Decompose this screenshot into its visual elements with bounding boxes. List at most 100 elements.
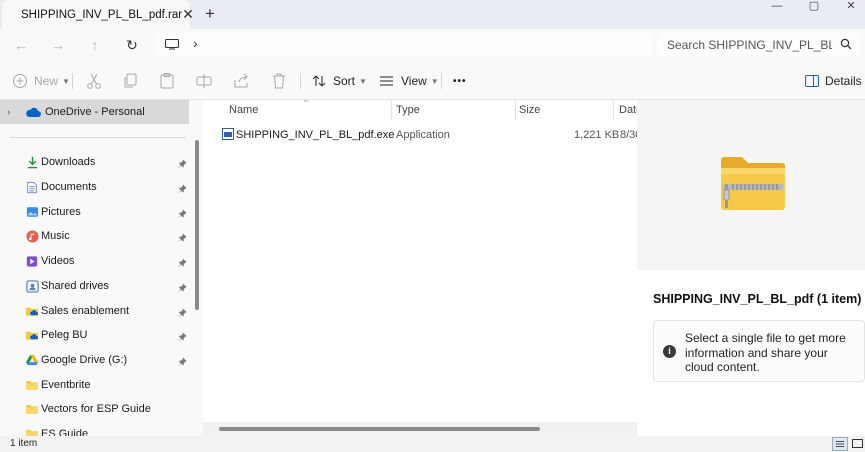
- paste-icon[interactable]: [158, 72, 176, 90]
- onedrive-cloud-icon: [26, 107, 41, 117]
- google-drive-icon: [25, 353, 39, 367]
- sidebar-item-sales-enablement[interactable]: Sales enablement: [0, 300, 192, 322]
- sidebar-item-label: Downloads: [41, 156, 96, 168]
- table-row[interactable]: SHIPPING_INV_PL_BL_pdf.exe Application 1…: [220, 124, 637, 146]
- column-divider[interactable]: [613, 100, 614, 120]
- horizontal-scrollbar-thumb[interactable]: [219, 427, 540, 431]
- details-button[interactable]: Details: [805, 72, 862, 90]
- folder-cloud-icon: [25, 328, 39, 342]
- sidebar-item-label: Videos: [41, 255, 75, 267]
- tiles-view-icon[interactable]: [850, 437, 865, 451]
- view-button[interactable]: View ▼: [379, 72, 439, 90]
- sidebar-item-label: Peleg BU: [41, 329, 88, 341]
- sidebar-item-videos[interactable]: Videos: [0, 250, 192, 272]
- view-label: View: [401, 74, 427, 88]
- new-button[interactable]: New ▼: [12, 72, 70, 90]
- view-lines-icon: [380, 76, 393, 86]
- search-input[interactable]: Search SHIPPING_INV_PL_BL_pdf.rar: [657, 33, 860, 57]
- pin-icon[interactable]: [178, 281, 188, 292]
- share-icon[interactable]: [232, 72, 250, 90]
- pin-icon[interactable]: [178, 306, 188, 317]
- pin-icon[interactable]: [178, 256, 188, 267]
- sidebar-item-label: Music: [41, 230, 70, 242]
- pin-icon[interactable]: [178, 231, 188, 242]
- pin-icon[interactable]: [178, 207, 188, 218]
- preview-area: [637, 100, 865, 270]
- delete-icon[interactable]: [270, 72, 288, 90]
- status-bar: 1 item: [0, 436, 865, 452]
- column-header-name[interactable]: Name: [229, 100, 258, 120]
- item-count: 1 item: [10, 438, 38, 449]
- tab-active[interactable]: SHIPPING_INV_PL_BL_pdf.rar ✕: [2, 0, 194, 29]
- sidebar-item-label: ES Guide: [41, 428, 89, 436]
- sidebar-item-peleg-bu[interactable]: Peleg BU: [0, 324, 192, 346]
- divider: [300, 73, 301, 89]
- forward-button[interactable]: →: [48, 36, 68, 54]
- monitor-icon: [165, 39, 179, 50]
- sidebar-item-label: Sales enablement: [41, 305, 130, 317]
- column-header-date[interactable]: Date: [619, 100, 637, 120]
- folder-icon: [25, 427, 39, 436]
- sidebar-item-music[interactable]: Music: [0, 225, 192, 247]
- sidebar-item-downloads[interactable]: Downloads: [0, 151, 192, 173]
- chevron-right-icon[interactable]: ›: [7, 107, 21, 118]
- sidebar-item-eventbrite[interactable]: Eventbrite: [0, 374, 192, 396]
- cut-icon[interactable]: [85, 72, 103, 90]
- title-bar: SHIPPING_INV_PL_BL_pdf.rar ✕ + — ▢ ✕: [0, 0, 865, 29]
- copy-icon[interactable]: [121, 72, 139, 90]
- info-text: Select a single file to get more informa…: [685, 331, 846, 374]
- column-divider[interactable]: [515, 100, 516, 120]
- sidebar-item-label: OneDrive - Personal: [45, 106, 145, 118]
- details-pane: SHIPPING_INV_PL_BL_pdf (1 item) i Select…: [637, 100, 865, 436]
- sidebar-item-es-guide[interactable]: ES Guide: [0, 423, 192, 436]
- sort-ascending-icon: ^: [304, 100, 308, 107]
- address-row: ← → ↑ ↻ › Search SHIPPING_INV_PL_BL_pdf.…: [0, 29, 865, 61]
- divider: [441, 73, 442, 89]
- chevron-down-icon: ▼: [62, 76, 70, 86]
- folder-icon: [25, 402, 39, 416]
- pin-icon[interactable]: [178, 157, 188, 168]
- pin-icon[interactable]: [178, 182, 188, 193]
- sidebar-item-pictures[interactable]: Pictures: [0, 201, 192, 223]
- videos-icon: [25, 254, 39, 268]
- music-icon: [25, 229, 39, 243]
- column-header-size[interactable]: Size: [519, 100, 540, 120]
- details-view-icon[interactable]: [832, 437, 848, 451]
- column-divider[interactable]: [391, 100, 392, 120]
- sort-icon: [312, 75, 326, 87]
- close-window-button[interactable]: ✕: [836, 0, 865, 14]
- sort-button[interactable]: Sort ▼: [311, 72, 367, 90]
- details-pane-icon: [805, 75, 819, 87]
- pin-icon[interactable]: [178, 330, 188, 341]
- sidebar-item-documents[interactable]: Documents: [0, 176, 192, 198]
- maximize-button[interactable]: ▢: [799, 0, 829, 14]
- command-bar: New ▼ Sort ▼ View ▼ ••• Details: [0, 61, 865, 100]
- shared-drive-icon: [25, 279, 39, 293]
- minimize-button[interactable]: —: [762, 0, 792, 14]
- pin-icon[interactable]: [178, 355, 188, 366]
- tab-close-button[interactable]: ✕: [182, 6, 194, 23]
- application-icon: [222, 128, 234, 140]
- sidebar-item-google-drive-g[interactable]: Google Drive (G:): [0, 349, 192, 371]
- nav-scrollbar-thumb[interactable]: [195, 140, 199, 310]
- file-type: Application: [396, 129, 450, 141]
- sidebar-item-onedrive[interactable]: › OneDrive - Personal: [0, 100, 189, 124]
- plus-circle-icon: [13, 74, 27, 88]
- refresh-button[interactable]: ↻: [122, 36, 142, 54]
- back-button[interactable]: ←: [11, 36, 31, 54]
- up-button[interactable]: ↑: [85, 36, 105, 54]
- more-options-button[interactable]: •••: [453, 72, 467, 90]
- pictures-icon: [25, 205, 39, 219]
- column-header-type[interactable]: Type: [396, 100, 420, 120]
- new-tab-button[interactable]: +: [201, 5, 219, 23]
- sidebar-item-label: Pictures: [41, 206, 81, 218]
- folder-icon: [25, 378, 39, 392]
- breadcrumb-chevron-icon[interactable]: ›: [193, 35, 198, 51]
- address-bar[interactable]: ›: [155, 33, 652, 57]
- rename-icon[interactable]: [195, 72, 213, 90]
- folder-cloud-icon: [25, 304, 39, 318]
- sidebar-item-vectors-for-esp-guide[interactable]: Vectors for ESP Guide: [0, 398, 192, 420]
- sidebar-item-shared-drives[interactable]: Shared drives: [0, 275, 192, 297]
- file-list: ^ Name Type Size Date SHIPPING_INV_PL_BL…: [203, 100, 637, 436]
- new-label: New: [34, 74, 59, 88]
